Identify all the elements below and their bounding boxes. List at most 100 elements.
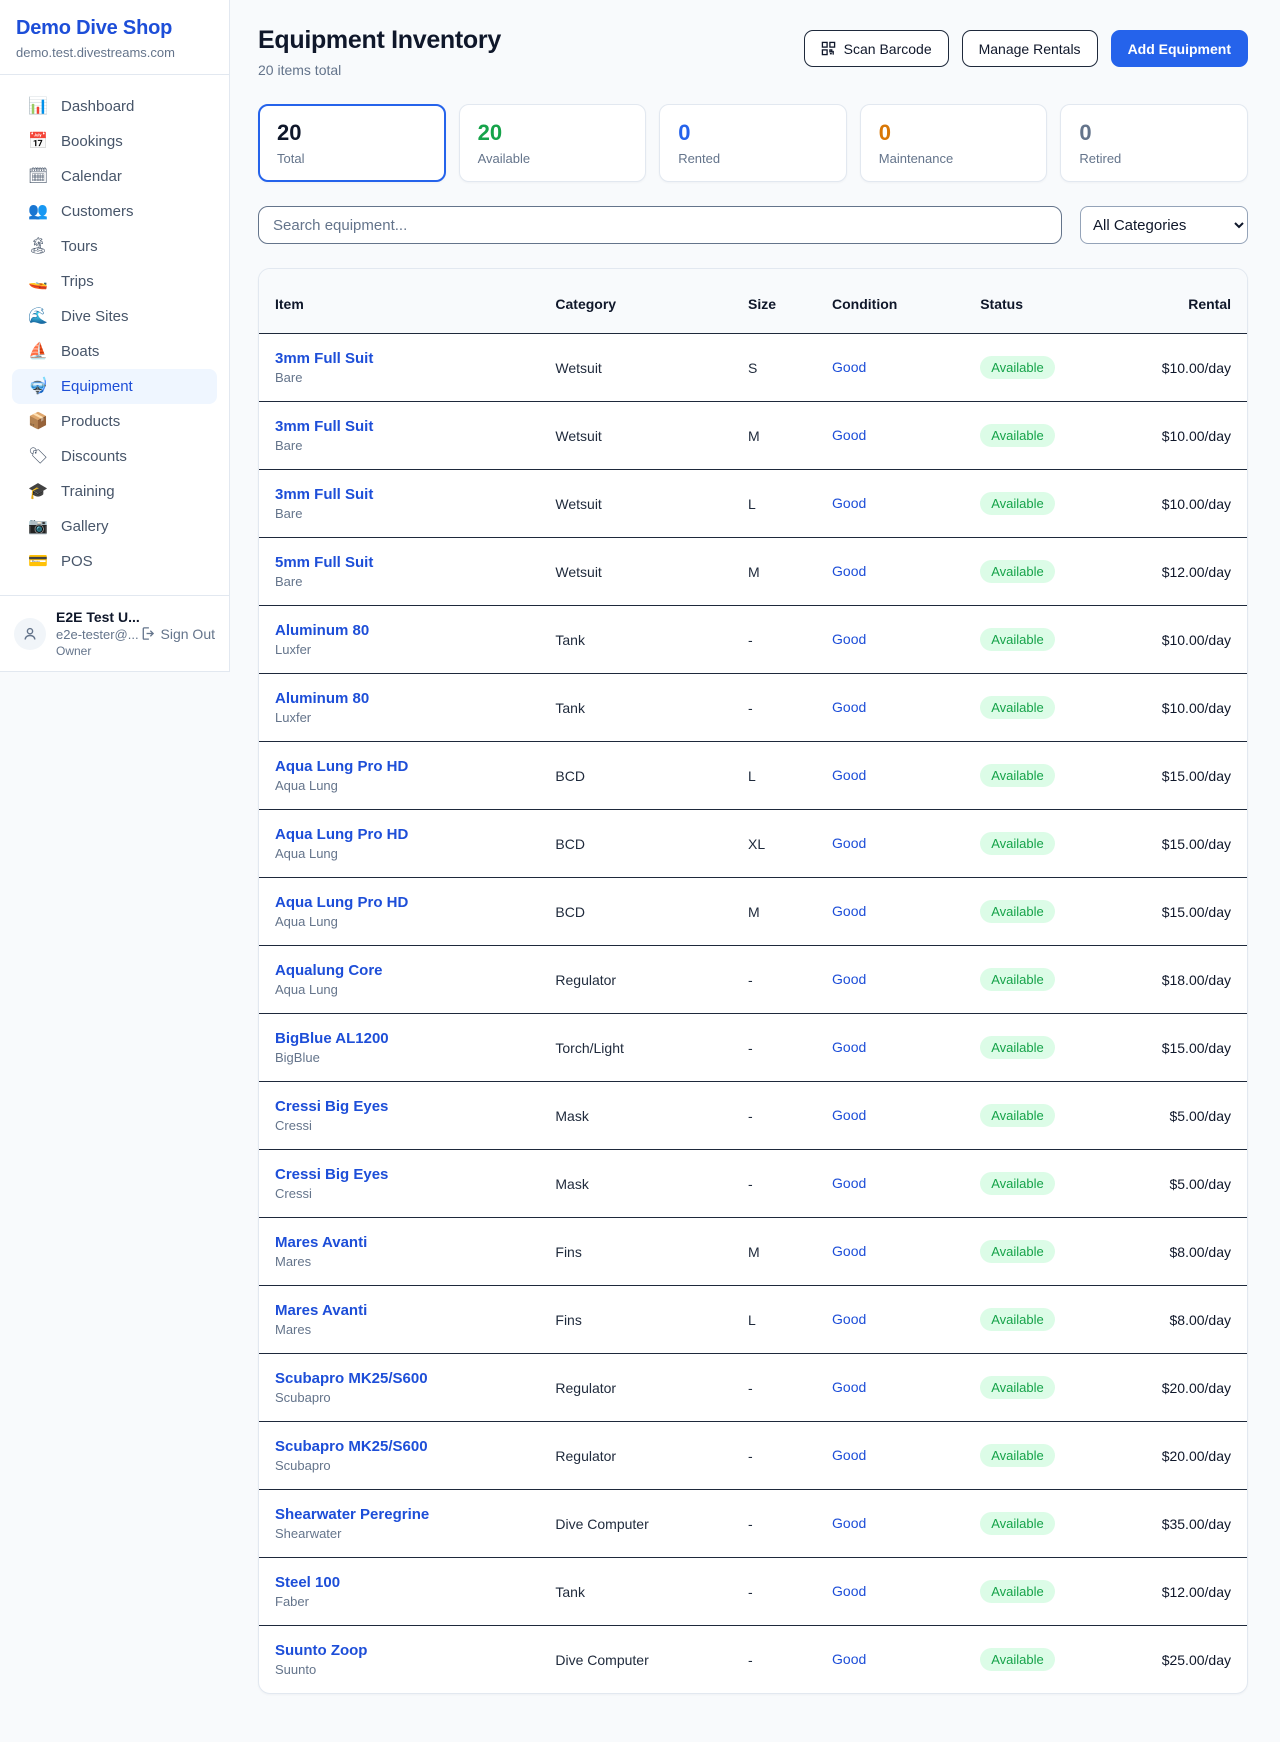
table-row: Aqua Lung Pro HD Aqua Lung BCD XL Good A… [259,810,1247,878]
item-name-link[interactable]: Cressi Big Eyes [275,1166,555,1183]
item-rental-price: $25.00/day [1119,1626,1247,1694]
nav-item[interactable]: 🤿 Equipment [12,369,217,404]
item-condition-link[interactable]: Good [832,1107,866,1123]
item-brand: Suunto [275,1662,555,1677]
nav-item[interactable]: 🚤 Trips [12,264,217,299]
scan-barcode-button[interactable]: Scan Barcode [804,30,949,67]
item-condition-link[interactable]: Good [832,1243,866,1259]
item-brand: Bare [275,506,555,521]
sign-out-icon [140,626,155,641]
stat-card[interactable]: 20 Available [459,104,647,182]
item-name-link[interactable]: Aqualung Core [275,962,555,979]
item-rental-price: $5.00/day [1119,1150,1247,1218]
item-size: L [748,1286,832,1354]
item-condition-link[interactable]: Good [832,563,866,579]
stat-card[interactable]: 0 Maintenance [860,104,1048,182]
stat-label: Total [277,151,427,166]
brand-title[interactable]: Demo Dive Shop [16,17,213,40]
item-name-link[interactable]: Cressi Big Eyes [275,1098,555,1115]
table-row: Scubapro MK25/S600 Scubapro Regulator - … [259,1354,1247,1422]
item-name-link[interactable]: Suunto Zoop [275,1642,555,1659]
item-name-link[interactable]: 5mm Full Suit [275,554,555,571]
nav-item[interactable]: 🌊 Dive Sites [12,299,217,334]
manage-rentals-button[interactable]: Manage Rentals [962,30,1098,67]
table-body: 3mm Full Suit Bare Wetsuit S Good Availa… [259,334,1247,1694]
item-name-link[interactable]: Mares Avanti [275,1234,555,1251]
item-name-link[interactable]: Mares Avanti [275,1302,555,1319]
item-brand: Aqua Lung [275,914,555,929]
item-name-link[interactable]: Aluminum 80 [275,622,555,639]
item-name-link[interactable]: Scubapro MK25/S600 [275,1438,555,1455]
sidebar-nav: 📊 Dashboard 📅 Bookings 🗓 Calendar 👥 Cust… [0,74,229,595]
status-badge: Available [980,492,1055,515]
nav-item-label: Gallery [61,518,109,535]
item-size: - [748,1150,832,1218]
item-condition-link[interactable]: Good [832,1175,866,1191]
item-condition-link[interactable]: Good [832,1515,866,1531]
item-rental-price: $10.00/day [1119,402,1247,470]
item-condition-link[interactable]: Good [832,767,866,783]
add-equipment-button[interactable]: Add Equipment [1111,30,1248,67]
nav-item[interactable]: 💳 POS [12,544,217,579]
item-condition-link[interactable]: Good [832,1651,866,1667]
item-name-link[interactable]: Aqua Lung Pro HD [275,894,555,911]
item-condition-link[interactable]: Good [832,631,866,647]
item-name-link[interactable]: 3mm Full Suit [275,350,555,367]
item-rental-price: $15.00/day [1119,878,1247,946]
stat-card[interactable]: 20 Total [258,104,446,182]
user-email: e2e-tester@... [56,627,130,642]
item-size: - [748,1354,832,1422]
nav-item-label: Customers [61,203,134,220]
nav-item[interactable]: 👥 Customers [12,194,217,229]
item-condition-link[interactable]: Good [832,1311,866,1327]
item-condition-link[interactable]: Good [832,495,866,511]
item-name-link[interactable]: Steel 100 [275,1574,555,1591]
item-name-link[interactable]: Scubapro MK25/S600 [275,1370,555,1387]
item-condition-link[interactable]: Good [832,835,866,851]
nav-item[interactable]: 📦 Products [12,404,217,439]
item-name-link[interactable]: BigBlue AL1200 [275,1030,555,1047]
search-input[interactable] [258,206,1062,244]
item-condition-link[interactable]: Good [832,427,866,443]
stat-card[interactable]: 0 Retired [1060,104,1248,182]
item-rental-price: $15.00/day [1119,1014,1247,1082]
table-row: Shearwater Peregrine Shearwater Dive Com… [259,1490,1247,1558]
nav-item[interactable]: 📷 Gallery [12,509,217,544]
item-name-link[interactable]: Aluminum 80 [275,690,555,707]
item-condition-link[interactable]: Good [832,903,866,919]
item-name-link[interactable]: Shearwater Peregrine [275,1506,555,1523]
nav-item[interactable]: 📅 Bookings [12,124,217,159]
item-name-link[interactable]: 3mm Full Suit [275,418,555,435]
item-condition-link[interactable]: Good [832,971,866,987]
item-size: S [748,334,832,402]
item-condition-link[interactable]: Good [832,1379,866,1395]
status-badge: Available [980,1512,1055,1535]
nav-item-icon: 🏝 [28,239,48,255]
nav-item[interactable]: 🏷 Discounts [12,439,217,474]
status-badge: Available [980,764,1055,787]
item-condition-link[interactable]: Good [832,1583,866,1599]
stat-value: 0 [879,120,1029,146]
nav-item[interactable]: ⛵ Boats [12,334,217,369]
item-condition-link[interactable]: Good [832,1039,866,1055]
sign-out-button[interactable]: Sign Out [140,626,215,642]
nav-item[interactable]: 🎓 Training [12,474,217,509]
category-filter-select[interactable]: All Categories [1080,206,1248,244]
stats-cards: 20 Total 20 Available 0 Rented 0 Mainten… [258,104,1248,182]
stat-label: Available [478,151,628,166]
item-size: M [748,538,832,606]
nav-item[interactable]: 🗓 Calendar [12,159,217,194]
item-condition-link[interactable]: Good [832,359,866,375]
item-rental-price: $12.00/day [1119,1558,1247,1626]
status-badge: Available [980,628,1055,651]
item-name-link[interactable]: Aqua Lung Pro HD [275,826,555,843]
item-name-link[interactable]: 3mm Full Suit [275,486,555,503]
item-condition-link[interactable]: Good [832,1447,866,1463]
nav-item[interactable]: 📊 Dashboard [12,89,217,124]
stat-card[interactable]: 0 Rented [659,104,847,182]
item-size: L [748,742,832,810]
item-condition-link[interactable]: Good [832,699,866,715]
item-name-link[interactable]: Aqua Lung Pro HD [275,758,555,775]
table-row: Suunto Zoop Suunto Dive Computer - Good … [259,1626,1247,1694]
nav-item[interactable]: 🏝 Tours [12,229,217,264]
